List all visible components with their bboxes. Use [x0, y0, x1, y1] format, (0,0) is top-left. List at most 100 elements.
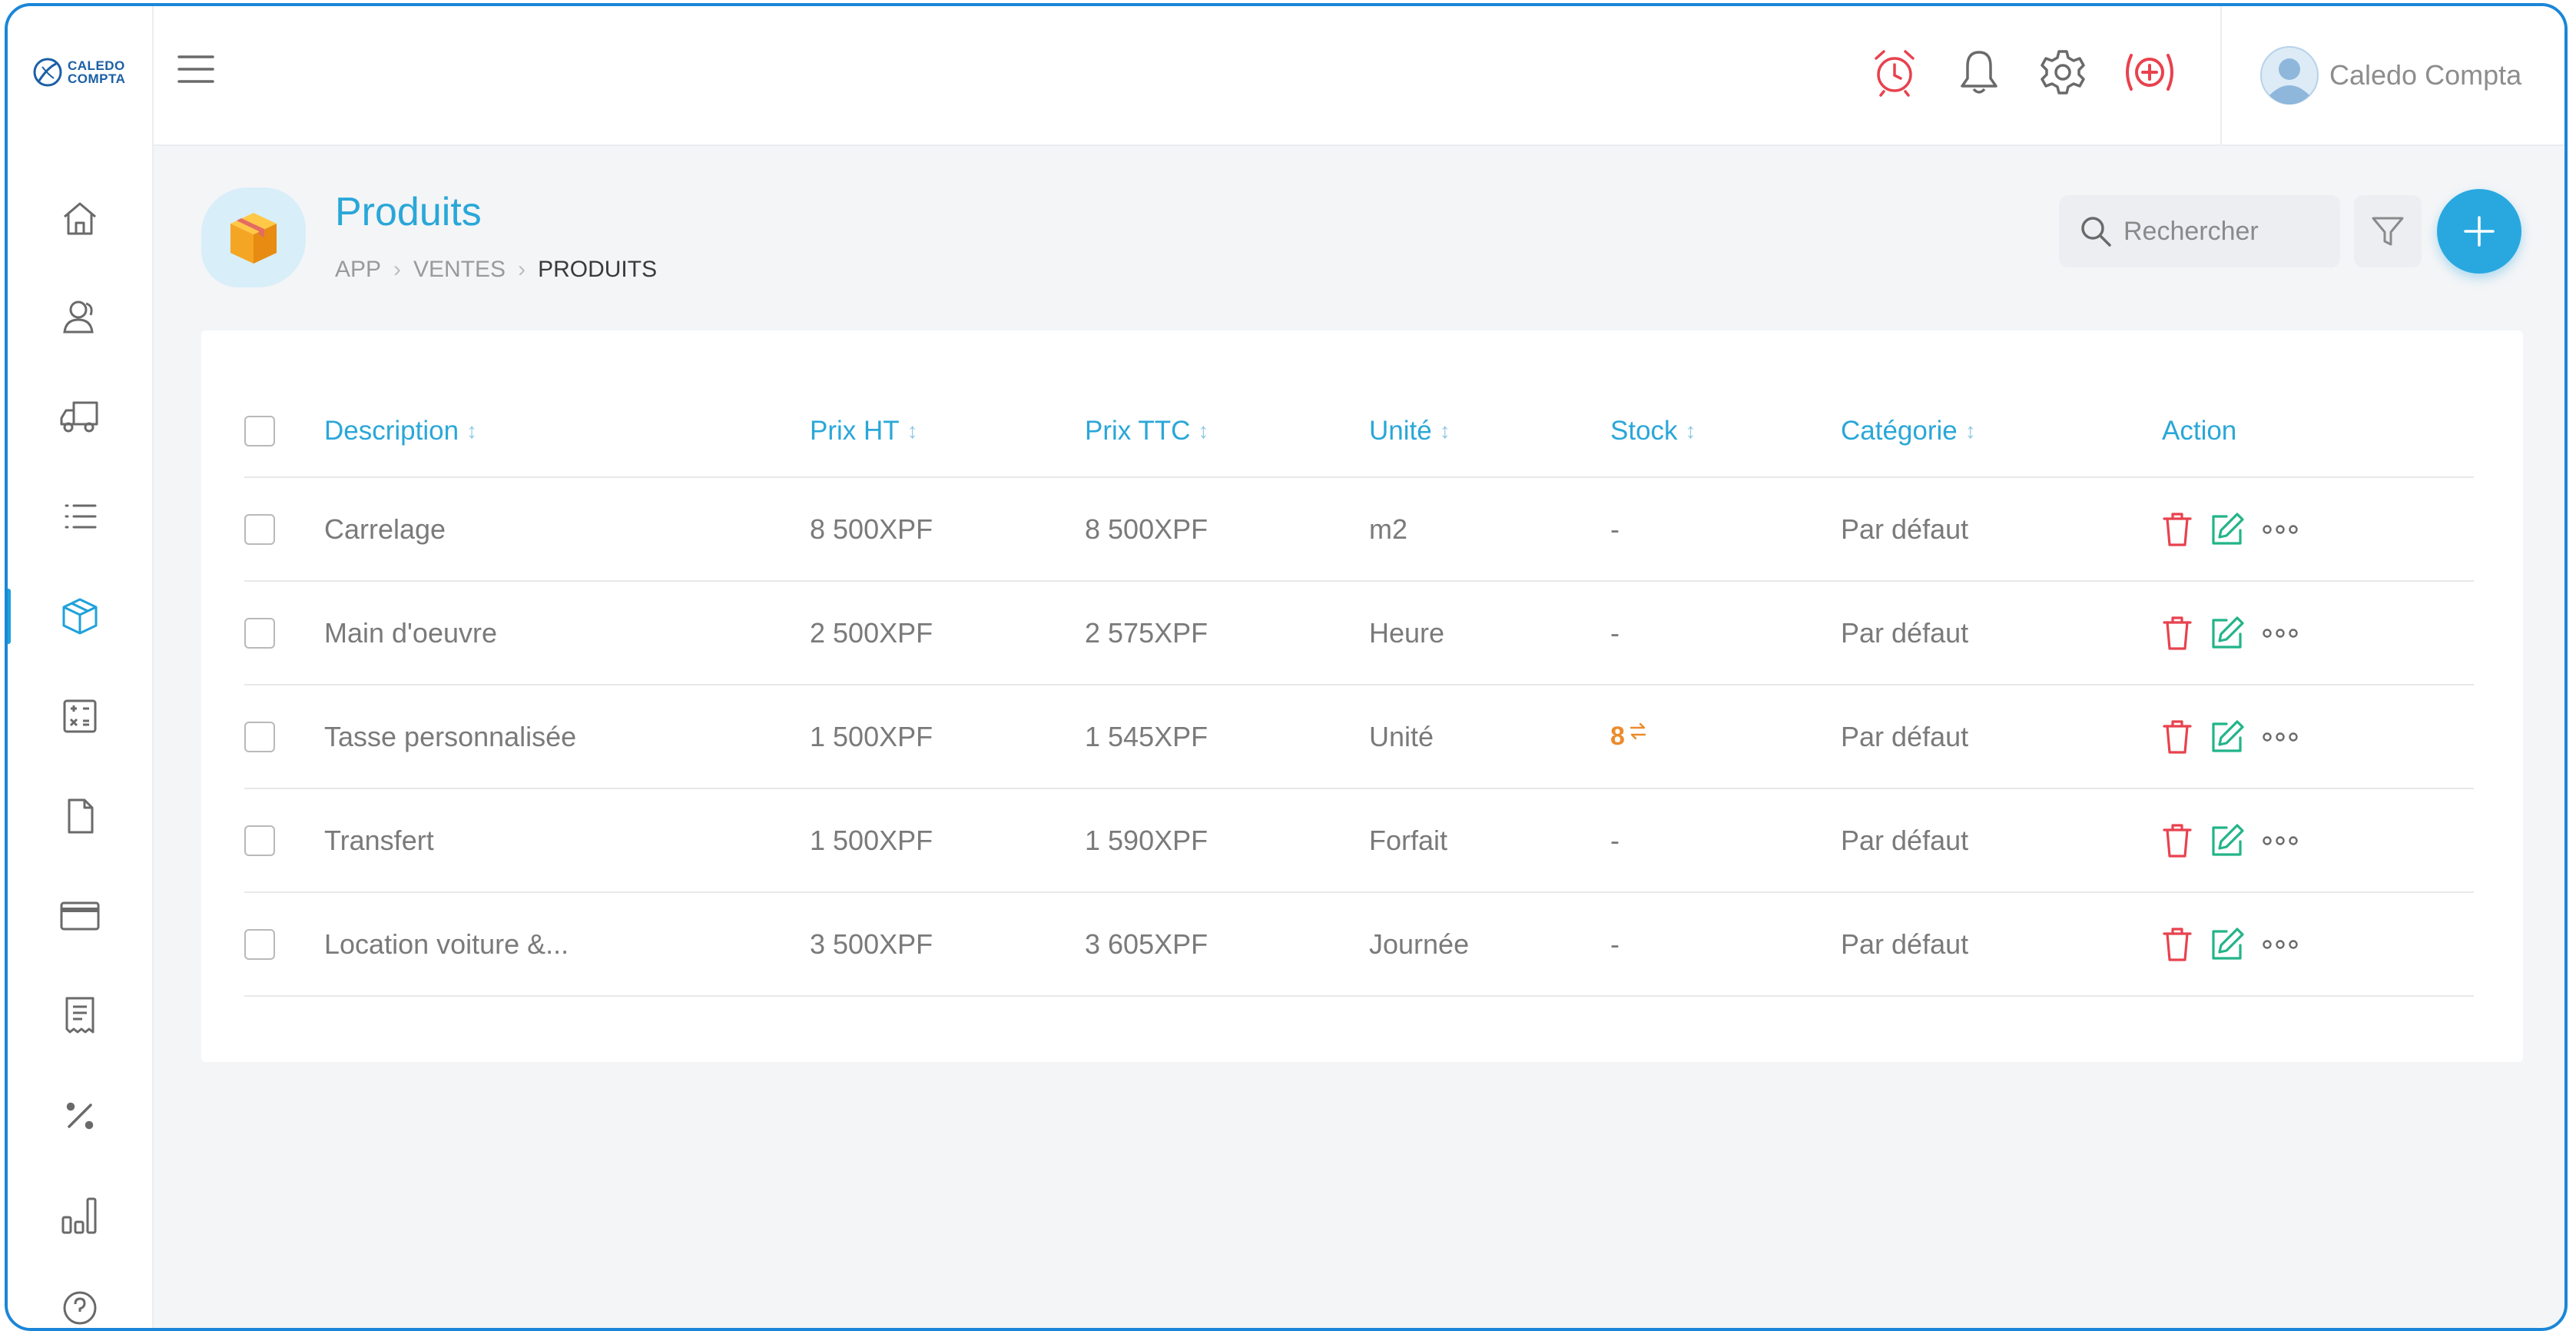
more-options-button[interactable] [2262, 939, 2299, 950]
sort-icon: ↕ [466, 419, 478, 443]
more-options-button[interactable] [2262, 835, 2299, 846]
column-header-label: Prix TTC [1085, 416, 1191, 446]
more-horizontal-icon [2263, 732, 2298, 742]
cell-stock: - [1610, 513, 1620, 545]
cell-description: Tasse personnalisée [324, 720, 577, 752]
breadcrumb-produits: PRODUITS [538, 257, 658, 282]
select-all-checkbox[interactable] [244, 416, 275, 446]
more-options-button[interactable] [2262, 524, 2299, 535]
cell-unite: Unité [1369, 720, 1434, 752]
cell-stock: - [1610, 928, 1620, 960]
sort-icon: ↕ [1198, 419, 1209, 443]
search-input[interactable] [2122, 215, 2340, 247]
search-box [2059, 195, 2340, 267]
delete-button[interactable] [2162, 927, 2193, 962]
help-icon [63, 1291, 97, 1325]
cell-categorie: Par défaut [1841, 720, 1969, 752]
delete-button[interactable] [2162, 616, 2193, 651]
cell-prix-ht: 8 500XPF [810, 513, 933, 545]
sort-icon: ↕ [1685, 419, 1696, 443]
logo-globe-icon [33, 58, 62, 87]
add-product-button[interactable] [2437, 189, 2521, 274]
chevron-right-icon: › [518, 257, 526, 282]
edit-button[interactable] [2210, 823, 2245, 858]
sidebar-item-delivery[interactable] [8, 378, 152, 455]
trash-icon [2163, 927, 2192, 961]
sidebar-item-documents[interactable] [8, 778, 152, 855]
edit-button[interactable] [2210, 616, 2245, 651]
truck-icon [60, 401, 98, 433]
sidebar-item-products[interactable] [8, 578, 152, 655]
edit-button[interactable] [2210, 927, 2245, 962]
sidebar-item-payments[interactable] [8, 878, 152, 954]
delete-button[interactable] [2162, 823, 2193, 858]
column-header-label: Catégorie [1841, 416, 1958, 446]
edit-icon [2212, 823, 2244, 856]
more-options-button[interactable] [2262, 628, 2299, 639]
delete-button[interactable] [2162, 719, 2193, 755]
user-menu[interactable]: Caledo Compta [2259, 45, 2521, 106]
sidebar-item-receipts[interactable] [8, 978, 152, 1054]
stock-value: 8 [1610, 722, 1625, 751]
sidebar-item-help[interactable] [8, 1270, 152, 1328]
column-header-prix-ttc[interactable]: Prix TTC ↕ [1085, 386, 1208, 476]
more-options-button[interactable] [2262, 732, 2299, 742]
trash-icon [2163, 719, 2192, 754]
sort-icon: ↕ [1964, 419, 1976, 443]
column-header-unite[interactable]: Unité ↕ [1369, 386, 1450, 476]
sidebar-item-reports[interactable] [8, 1177, 152, 1254]
cell-prix-ttc: 1 590XPF [1085, 824, 1208, 856]
column-header-action: Action [2162, 416, 2237, 446]
sidebar-item-home[interactable] [8, 180, 152, 257]
row-actions [2162, 616, 2299, 651]
edit-button[interactable] [2210, 719, 2245, 755]
sidebar-item-contacts[interactable] [8, 278, 152, 355]
more-horizontal-icon [2263, 939, 2298, 949]
column-header-label: Stock [1610, 416, 1678, 446]
cell-stock[interactable]: 8 [1610, 685, 1648, 788]
column-header-prix-ht[interactable]: Prix HT ↕ [810, 386, 918, 476]
sort-icon: ↕ [907, 419, 918, 443]
help-ring-button[interactable] [2119, 48, 2180, 97]
edit-icon [2212, 512, 2244, 545]
row-actions [2162, 927, 2299, 962]
trash-icon [2163, 512, 2192, 546]
app-logo[interactable]: CALEDO COMPTA [32, 57, 125, 88]
sidebar-item-calculator[interactable] [8, 678, 152, 755]
cell-unite: m2 [1369, 513, 1408, 545]
edit-button[interactable] [2210, 512, 2245, 547]
column-header-description[interactable]: Description ↕ [324, 386, 477, 476]
cell-description: Location voiture &... [324, 928, 569, 960]
hamburger-icon [177, 55, 214, 83]
column-header-stock[interactable]: Stock ↕ [1610, 386, 1696, 476]
settings-button[interactable] [2039, 48, 2087, 97]
delete-button[interactable] [2162, 512, 2193, 547]
column-header-label: Description [324, 416, 459, 446]
column-header-categorie[interactable]: Catégorie ↕ [1841, 386, 1976, 476]
row-checkbox[interactable] [244, 928, 275, 960]
page-icon-badge [201, 188, 306, 287]
filter-button[interactable] [2354, 195, 2422, 267]
alarm-button[interactable] [1871, 48, 1918, 97]
notifications-button[interactable] [1956, 48, 2002, 97]
filter-icon [2372, 217, 2404, 246]
row-checkbox[interactable] [244, 617, 275, 649]
row-checkbox[interactable] [244, 721, 275, 752]
sidebar-item-taxes[interactable] [8, 1077, 152, 1154]
row-checkbox[interactable] [244, 513, 275, 545]
cell-prix-ttc: 2 575XPF [1085, 616, 1208, 649]
cell-unite: Forfait [1369, 824, 1448, 856]
table-row: Location voiture &... 3 500XPF 3 605XPF … [244, 893, 2474, 997]
box-icon [62, 598, 98, 635]
row-actions [2162, 719, 2299, 755]
row-actions [2162, 512, 2299, 547]
breadcrumb-app[interactable]: APP [335, 257, 381, 283]
sidebar-item-list[interactable] [8, 478, 152, 555]
breadcrumb: APP › VENTES › PRODUITS [335, 257, 657, 283]
trash-icon [2163, 823, 2192, 858]
menu-toggle-button[interactable] [177, 52, 215, 86]
alarm-clock-icon [1875, 50, 1915, 97]
more-horizontal-icon [2263, 628, 2298, 638]
breadcrumb-ventes[interactable]: VENTES [413, 257, 506, 283]
row-checkbox[interactable] [244, 825, 275, 856]
